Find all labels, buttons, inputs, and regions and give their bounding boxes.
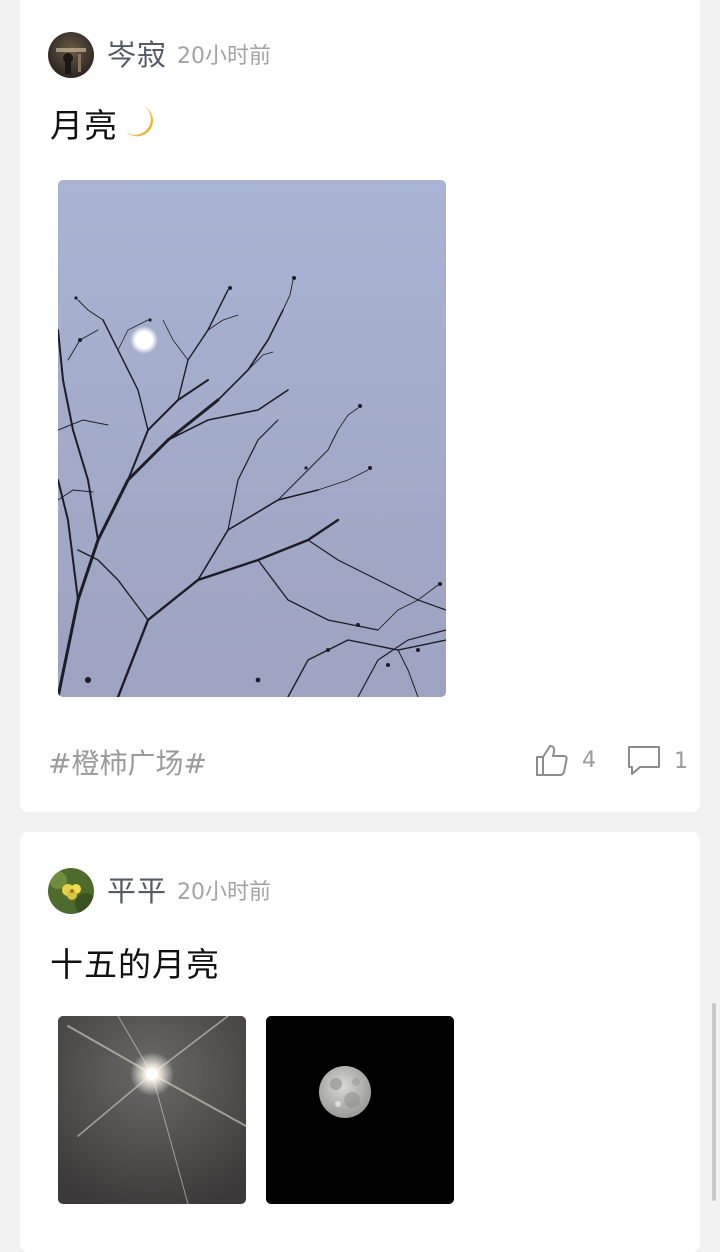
comment-button[interactable]: 1: [626, 744, 688, 778]
username[interactable]: 岑寂: [107, 41, 167, 70]
like-button[interactable]: 4: [534, 742, 596, 778]
moon: [130, 326, 158, 354]
post-text: 十五的月亮: [50, 945, 220, 984]
post-photo[interactable]: [58, 180, 446, 697]
username[interactable]: 平平: [107, 877, 167, 906]
post-time: 20小时前: [177, 880, 271, 905]
scrollbar[interactable]: [712, 1003, 716, 1201]
like-count: 4: [582, 747, 596, 773]
post-time: 20小时前: [177, 44, 271, 69]
post-card[interactable]: 岑寂 20小时前 月亮 #橙柿广场# 4 1: [20, 0, 700, 812]
topic-tag[interactable]: #橙柿广场#: [48, 750, 207, 778]
post-card[interactable]: 平平 20小时前 十五的月亮: [20, 832, 700, 1252]
post-text: 月亮: [50, 106, 160, 147]
user-avatar[interactable]: [48, 32, 94, 78]
crescent-moon-icon: [120, 102, 160, 147]
user-avatar[interactable]: [48, 868, 94, 914]
post-photo[interactable]: [58, 1016, 246, 1204]
thumbs-up-icon: [536, 745, 568, 776]
post-photo[interactable]: [266, 1016, 454, 1204]
post-text-content: 月亮: [50, 106, 118, 145]
comment-icon: [628, 746, 660, 775]
comment-count: 1: [674, 748, 688, 774]
